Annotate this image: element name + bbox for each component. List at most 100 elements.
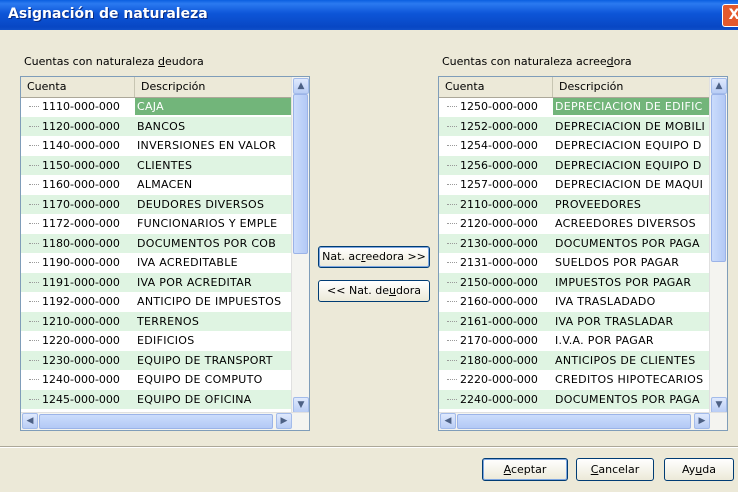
- nat-deudora-button[interactable]: << Nat. deudora: [318, 280, 430, 302]
- scroll-up-button[interactable]: ▲: [293, 78, 309, 94]
- table-row[interactable]: 1245-000-000 EQUIPO DE OFICINA: [21, 389, 293, 409]
- table-row[interactable]: 1140-000-000 INVERSIONES EN VALOR: [21, 136, 293, 156]
- account-description: DEPRECIACION DE EDIFIC: [553, 98, 713, 115]
- table-row[interactable]: 1172-000-000 FUNCIONARIOS Y EMPLE: [21, 214, 293, 234]
- deudora-horizontal-scrollbar[interactable]: ◀ ▶: [21, 412, 309, 430]
- account-description: IVA POR ACREDITAR: [137, 275, 252, 289]
- account-code: 1160-000-000: [42, 178, 120, 191]
- scroll-left-button[interactable]: ◀: [440, 413, 456, 429]
- close-button[interactable]: X: [722, 4, 738, 27]
- tree-connector: [447, 398, 457, 400]
- tree-connector: [29, 164, 39, 166]
- aceptar-button[interactable]: Aceptar: [482, 458, 568, 481]
- ayuda-button[interactable]: Ayuda: [664, 458, 734, 481]
- column-header-descripcion[interactable]: Descripción: [135, 77, 293, 97]
- table-row[interactable]: 1220-000-000 EDIFICIOS: [21, 331, 293, 351]
- account-description: DEPRECIACION DE MAQUI: [555, 178, 704, 191]
- tree-connector: [29, 398, 39, 400]
- tree-connector: [29, 359, 39, 361]
- account-code: 2120-000-000: [460, 217, 538, 230]
- table-row[interactable]: 1240-000-000 EQUIPO DE COMPUTO: [21, 370, 293, 390]
- table-row[interactable]: 2220-000-000 CREDITOS HIPOTECARIOS: [439, 370, 711, 390]
- account-code: 1250-000-000: [460, 100, 538, 113]
- account-code: 1230-000-000: [42, 353, 120, 367]
- account-code: 1245-000-000: [42, 392, 120, 406]
- account-description: DOCUMENTOS POR COB: [137, 236, 277, 250]
- account-description: IVA TRASLADADO: [555, 295, 656, 308]
- scroll-down-button[interactable]: ▼: [293, 397, 309, 413]
- table-row[interactable]: 1190-000-000 IVA ACREDITABLE: [21, 253, 293, 273]
- table-row[interactable]: 1170-000-000 DEUDORES DIVERSOS: [21, 194, 293, 214]
- nat-acreedora-button[interactable]: Nat. acreedora >>: [318, 246, 430, 268]
- account-code: 2160-000-000: [460, 295, 538, 308]
- tree-connector: [29, 379, 39, 380]
- scroll-right-button[interactable]: ▶: [276, 413, 292, 429]
- tree-connector: [447, 242, 457, 244]
- table-row[interactable]: 2160-000-000 IVA TRASLADADO: [439, 292, 711, 312]
- tree-connector: [29, 223, 39, 224]
- scroll-left-button[interactable]: ◀: [22, 413, 38, 429]
- acreedora-list[interactable]: Cuenta Descripción 1250-000-000 DEPRECIAC…: [438, 76, 728, 431]
- scroll-down-button[interactable]: ▼: [711, 397, 727, 413]
- table-row[interactable]: 2110-000-000 PROVEEDORES: [439, 194, 711, 214]
- table-row[interactable]: 2240-000-000 DOCUMENTOS POR PAGA: [439, 389, 711, 409]
- table-row[interactable]: 2130-000-000 DOCUMENTOS POR PAGA: [439, 233, 711, 253]
- account-code: 1172-000-000: [42, 217, 120, 230]
- tree-connector: [29, 281, 39, 283]
- account-description: TERRENOS: [137, 314, 200, 328]
- scroll-thumb[interactable]: [457, 414, 691, 429]
- tree-connector: [29, 320, 39, 322]
- table-row[interactable]: 1120-000-000 BANCOS: [21, 116, 293, 136]
- table-row[interactable]: 1160-000-000 ALMACEN: [21, 175, 293, 195]
- tree-connector: [29, 184, 39, 185]
- scroll-up-button[interactable]: ▲: [711, 78, 727, 94]
- table-row[interactable]: 2170-000-000 I.V.A. POR PAGAR: [439, 331, 711, 351]
- account-description: DEPRECIACION EQUIPO D: [555, 139, 702, 152]
- deudora-list[interactable]: Cuenta Descripción 1110-000-000 CAJA 1120-…: [20, 76, 310, 431]
- tree-connector: [29, 262, 39, 263]
- scroll-thumb[interactable]: [711, 94, 726, 262]
- table-row[interactable]: 1257-000-000 DEPRECIACION DE MAQUI: [439, 175, 711, 195]
- table-row[interactable]: 1180-000-000 DOCUMENTOS POR COB: [21, 233, 293, 253]
- table-row[interactable]: 2180-000-000 ANTICIPOS DE CLIENTES: [439, 350, 711, 370]
- table-row[interactable]: 2120-000-000 ACREEDORES DIVERSOS: [439, 214, 711, 234]
- account-description: BANCOS: [137, 119, 186, 133]
- deudora-list-header: Cuenta Descripción: [21, 77, 293, 98]
- scroll-thumb[interactable]: [39, 414, 273, 429]
- table-row[interactable]: 1230-000-000 EQUIPO DE TRANSPORT: [21, 350, 293, 370]
- account-description: ACREEDORES DIVERSOS: [555, 217, 696, 230]
- acreedora-horizontal-scrollbar[interactable]: ◀ ▶: [439, 412, 727, 430]
- scroll-right-button[interactable]: ▶: [694, 413, 710, 429]
- table-row[interactable]: 2161-000-000 IVA POR TRASLADAR: [439, 311, 711, 331]
- account-description: ANTICIPO DE IMPUESTOS: [137, 295, 282, 308]
- table-row[interactable]: 1150-000-000 CLIENTES: [21, 155, 293, 175]
- table-row[interactable]: 1191-000-000 IVA POR ACREDITAR: [21, 272, 293, 292]
- acreedora-vertical-scrollbar[interactable]: ▲ ▼: [709, 77, 727, 414]
- account-code: 2131-000-000: [460, 256, 538, 269]
- deudora-rows: 1110-000-000 CAJA 1120-000-000 BANCOS 1140-0…: [21, 97, 295, 409]
- cancelar-button[interactable]: Cancelar: [576, 458, 654, 481]
- table-row[interactable]: 1192-000-000 ANTICIPO DE IMPUESTOS: [21, 292, 293, 312]
- account-description: CAJA: [135, 98, 295, 115]
- table-row[interactable]: 1256-000-000 DEPRECIACION EQUIPO D: [439, 155, 711, 175]
- account-code: 2220-000-000: [460, 373, 538, 386]
- window-title: Asignación de naturaleza: [8, 6, 208, 22]
- account-description: EDIFICIOS: [137, 334, 195, 347]
- table-row[interactable]: 2150-000-000 IMPUESTOS POR PAGAR: [439, 272, 711, 292]
- tree-connector: [447, 203, 457, 205]
- table-row[interactable]: 2131-000-000 SUELDOS POR PAGAR: [439, 253, 711, 273]
- column-header-descripcion[interactable]: Descripción: [553, 77, 711, 97]
- scroll-thumb[interactable]: [293, 94, 308, 254]
- tree-connector: [29, 242, 39, 244]
- table-row[interactable]: 1210-000-000 TERRENOS: [21, 311, 293, 331]
- column-header-cuenta[interactable]: Cuenta: [439, 77, 553, 97]
- deudora-vertical-scrollbar[interactable]: ▲ ▼: [291, 77, 309, 414]
- table-row[interactable]: 1252-000-000 DEPRECIACION DE MOBILI: [439, 116, 711, 136]
- table-row[interactable]: 1254-000-000 DEPRECIACION EQUIPO D: [439, 136, 711, 156]
- column-header-cuenta[interactable]: Cuenta: [21, 77, 135, 97]
- account-code: 1140-000-000: [42, 139, 120, 152]
- table-row[interactable]: 1110-000-000 CAJA: [21, 97, 295, 117]
- tree-connector: [29, 340, 39, 341]
- account-code: 2150-000-000: [460, 275, 538, 289]
- table-row[interactable]: 1250-000-000 DEPRECIACION DE EDIFIC: [439, 97, 713, 117]
